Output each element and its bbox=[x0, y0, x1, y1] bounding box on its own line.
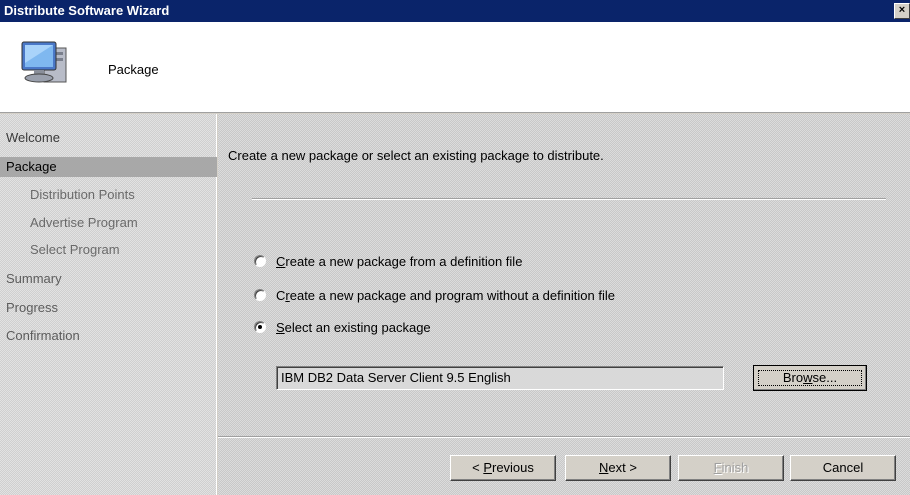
close-button[interactable]: × bbox=[894, 3, 910, 19]
option-label: eate a new package and program without a… bbox=[289, 288, 615, 303]
radio-button-selected[interactable] bbox=[254, 321, 266, 333]
radio-dot bbox=[258, 325, 262, 329]
option-create-without-definition[interactable]: Create a new package and program without… bbox=[254, 287, 615, 305]
previous-label: revious bbox=[491, 460, 534, 475]
sidebar-item-welcome: Welcome bbox=[6, 130, 60, 145]
sidebar-item-confirmation: Confirmation bbox=[6, 328, 80, 343]
sidebar-item-advertise-program: Advertise Program bbox=[30, 215, 138, 230]
window-title: Distribute Software Wizard bbox=[4, 3, 170, 18]
footer-divider bbox=[218, 436, 910, 438]
wizard-content: Create a new package or select an existi… bbox=[218, 114, 910, 495]
sidebar-item-select-program: Select Program bbox=[30, 242, 120, 257]
sidebar-item-distribution-points: Distribution Points bbox=[30, 187, 135, 202]
option-accel: S bbox=[276, 320, 285, 335]
previous-button[interactable]: < Previous bbox=[450, 455, 556, 481]
focus-rect bbox=[758, 370, 862, 386]
wizard-header: Package bbox=[0, 22, 910, 113]
title-bar: Distribute Software Wizard × bbox=[0, 0, 910, 22]
page-title: Package bbox=[108, 62, 159, 77]
option-accel: C bbox=[276, 254, 286, 269]
option-label: elect an existing package bbox=[284, 320, 431, 335]
next-button[interactable]: Next > bbox=[565, 455, 671, 481]
option-create-from-definition[interactable]: Create a new package from a definition f… bbox=[254, 253, 522, 271]
computer-monitor-icon bbox=[21, 41, 67, 83]
next-accel: N bbox=[599, 460, 609, 475]
browse-button[interactable]: Browse... bbox=[753, 365, 867, 391]
sidebar-item-package: Package bbox=[0, 157, 217, 177]
finish-button[interactable]: Finish bbox=[678, 455, 784, 481]
sidebar-item-summary: Summary bbox=[6, 271, 62, 286]
sidebar-item-progress: Progress bbox=[6, 300, 59, 315]
radio-button[interactable] bbox=[254, 255, 266, 267]
instruction-text: Create a new package or select an existi… bbox=[228, 148, 604, 163]
wizard-steps-sidebar: Welcome Package Distribution Points Adve… bbox=[0, 114, 217, 495]
previous-label-prefix: < bbox=[472, 460, 484, 475]
finish-label: inish bbox=[721, 460, 749, 475]
divider bbox=[252, 198, 886, 200]
radio-button[interactable] bbox=[254, 289, 266, 301]
previous-accel: P bbox=[483, 460, 492, 475]
option-label-prefix: C bbox=[276, 288, 286, 303]
package-name-field[interactable]: IBM DB2 Data Server Client 9.5 English bbox=[276, 366, 724, 390]
cancel-button[interactable]: Cancel bbox=[790, 455, 896, 481]
next-label: ext > bbox=[608, 460, 637, 475]
finish-accel: F bbox=[713, 460, 722, 475]
option-select-existing[interactable]: Select an existing package bbox=[254, 319, 431, 337]
option-label: reate a new package from a definition fi… bbox=[285, 254, 523, 269]
